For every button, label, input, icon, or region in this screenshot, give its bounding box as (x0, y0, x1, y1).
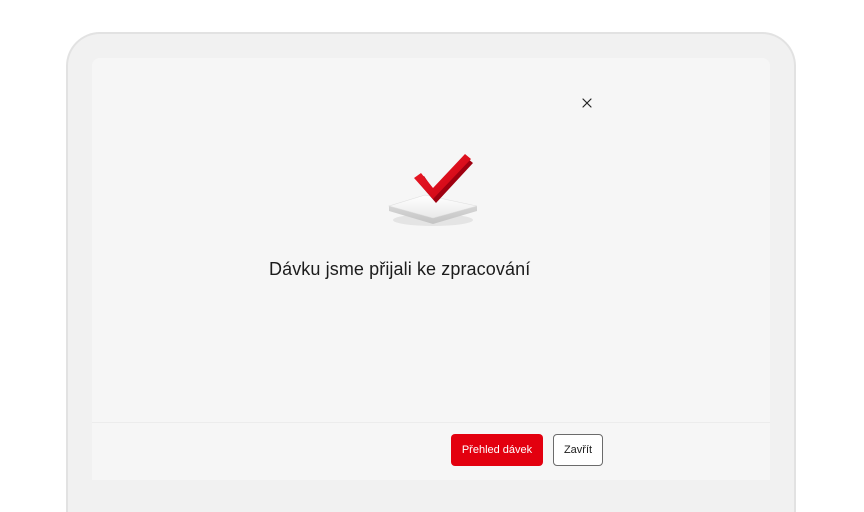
checkmark-on-platform-icon (387, 154, 478, 226)
close-dialog-button[interactable]: Zavřít (553, 434, 603, 466)
close-button[interactable] (578, 94, 596, 112)
dialog-title: Dávku jsme přijali ke zpracování (269, 259, 531, 279)
dialog-footer: Přehled dávek Zavřít (92, 422, 770, 480)
dialog-body: Dávku jsme přijali ke zpracování (92, 58, 770, 422)
close-icon (582, 98, 592, 108)
success-dialog: Dávku jsme přijali ke zpracování Přehled… (92, 58, 770, 480)
batch-overview-button[interactable]: Přehled dávek (451, 434, 543, 466)
